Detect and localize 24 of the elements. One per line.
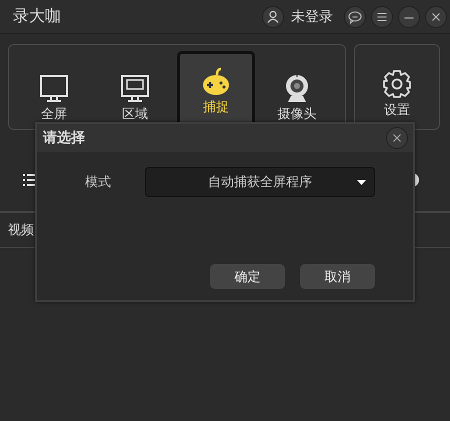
menu-icon[interactable] <box>371 6 393 28</box>
close-icon[interactable] <box>425 6 447 28</box>
list-icon[interactable] <box>22 173 36 187</box>
caret-icon <box>357 180 366 185</box>
mode-tab[interactable]: 摄像头 <box>258 53 336 123</box>
dialog-button[interactable]: 确定 <box>210 264 285 289</box>
mode-dropdown[interactable]: 自动捕获全屏程序 <box>145 167 375 197</box>
mode-tab[interactable]: 全屏 <box>15 53 93 123</box>
settings-icon <box>381 69 413 99</box>
mode-tab[interactable]: 区域 <box>96 53 174 123</box>
user-icon[interactable] <box>262 6 284 28</box>
monitor-icon <box>38 73 70 103</box>
chat-icon[interactable] <box>344 6 366 28</box>
field-label: 模式 <box>85 174 112 191</box>
login-link[interactable]: 未登录 <box>291 8 333 26</box>
window-title: 录大咖 <box>13 6 61 27</box>
close-icon[interactable] <box>386 127 408 149</box>
mode-tab[interactable]: 捕捉 <box>177 51 255 123</box>
section-label: 视频 <box>8 222 34 239</box>
dialog-title: 请选择 <box>43 129 85 147</box>
monitor-icon <box>119 73 151 103</box>
dialog-button[interactable]: 取消 <box>300 264 375 289</box>
settings-button[interactable]: 设置 <box>354 44 440 130</box>
gamepad-icon <box>200 66 232 96</box>
